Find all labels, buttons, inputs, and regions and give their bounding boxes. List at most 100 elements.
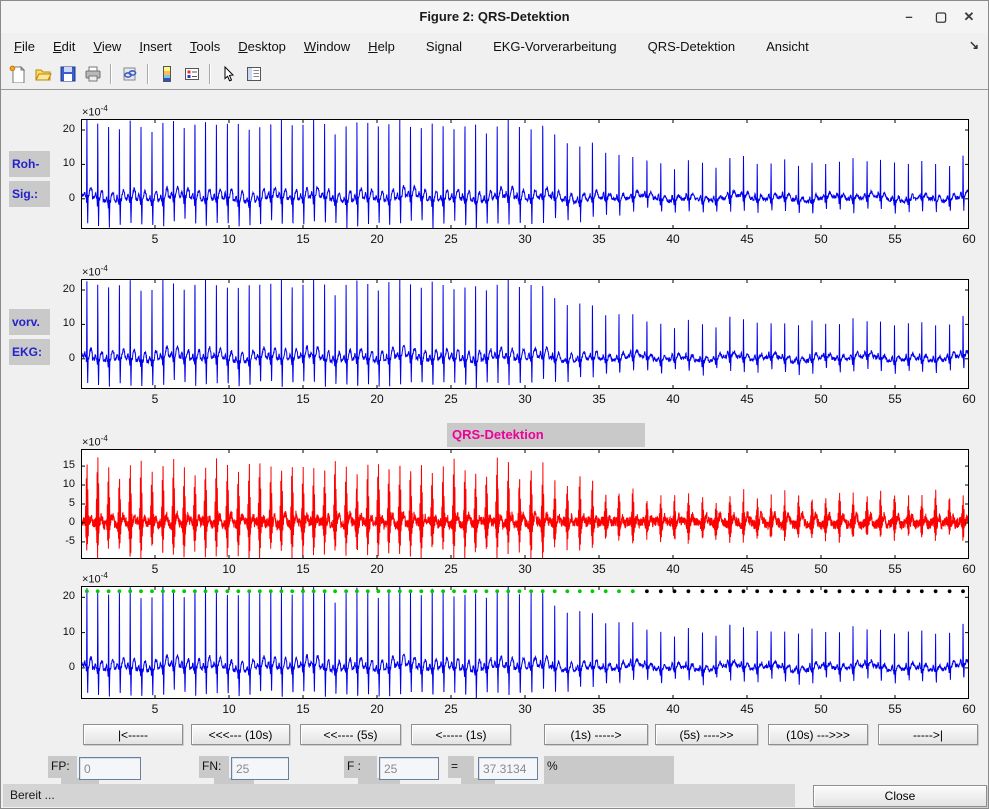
nav-button-1[interactable]: <<<--- (10s) <box>191 724 290 745</box>
plot-vorverarbeitetes-ekg: ×10-40102051015202530354045505560 <box>81 279 969 389</box>
beat-marker <box>323 589 327 593</box>
nav-button-2[interactable]: <<---- (5s) <box>300 724 401 745</box>
nav-button-5[interactable]: (5s) ---->> <box>655 724 758 745</box>
x-tick-label: 60 <box>949 232 989 246</box>
menu-item-window[interactable]: Window <box>295 35 359 58</box>
close-button[interactable]: Close <box>813 785 987 807</box>
beat-marker <box>182 589 186 593</box>
beat-marker <box>617 589 621 593</box>
beat-marker <box>215 589 219 593</box>
beat-marker <box>161 589 165 593</box>
save-icon[interactable] <box>55 62 80 87</box>
beat-marker <box>312 589 316 593</box>
x-tick-label: 15 <box>283 702 323 716</box>
menu-item-tools[interactable]: Tools <box>181 35 229 58</box>
beat-marker <box>810 589 814 593</box>
fn-label: FN: <box>199 756 229 778</box>
beat-marker <box>824 589 828 593</box>
menu-item-insert[interactable]: Insert <box>130 35 181 58</box>
y-tick-label: 10 <box>35 478 75 490</box>
insert-legend-icon[interactable] <box>179 62 204 87</box>
beat-marker <box>769 589 773 593</box>
x-tick-label: 55 <box>875 392 915 406</box>
open-folder-icon[interactable] <box>30 62 55 87</box>
beat-marker <box>907 589 911 593</box>
toolbar <box>1 59 988 90</box>
beat-marker <box>659 589 663 593</box>
x-tick-label: 55 <box>875 562 915 576</box>
beat-marker <box>485 589 489 593</box>
plot-roh-signal: ×10-40102051015202530354045505560 <box>81 119 969 229</box>
toolbar-separator <box>110 64 112 84</box>
nav-button-6[interactable]: (10s) --->>> <box>768 724 868 745</box>
equals-label: = <box>448 756 474 778</box>
x-tick-label: 30 <box>505 702 545 716</box>
figure-palette-icon[interactable] <box>241 62 266 87</box>
beat-marker <box>96 589 100 593</box>
y-tick-label: 20 <box>35 123 75 135</box>
y-tick-label: 0 <box>35 352 75 364</box>
beat-marker <box>518 589 522 593</box>
beat-marker <box>474 589 478 593</box>
qrs-detektion-filtered-canvas <box>81 449 969 559</box>
x-tick-label: 30 <box>505 392 545 406</box>
menu-item-view[interactable]: View <box>84 35 130 58</box>
colorbar-icon[interactable] <box>154 62 179 87</box>
f-input[interactable] <box>379 757 439 780</box>
x-tick-label: 50 <box>801 702 841 716</box>
beat-marker <box>565 589 569 593</box>
link-plot-icon[interactable] <box>117 62 142 87</box>
f-measure-input[interactable] <box>478 757 538 780</box>
nav-button-0[interactable]: |<----- <box>83 724 183 745</box>
beat-marker <box>506 589 510 593</box>
y-tick-label: 10 <box>35 157 75 169</box>
menu-item-help[interactable]: Help <box>359 35 404 58</box>
print-icon[interactable] <box>80 62 105 87</box>
beat-marker <box>865 589 869 593</box>
menu-item-edit[interactable]: Edit <box>44 35 84 58</box>
x-tick-label: 15 <box>283 232 323 246</box>
beat-marker <box>247 589 251 593</box>
x-tick-label: 45 <box>727 232 767 246</box>
menu-item-ekg-vorverarbeitung[interactable]: EKG-Vorverarbeitung <box>484 35 626 58</box>
beat-marker <box>118 589 122 593</box>
beat-marker <box>797 589 801 593</box>
beat-marker <box>591 589 595 593</box>
roh-signal-canvas <box>81 119 969 229</box>
minimize-icon[interactable]: – <box>896 7 922 27</box>
close-icon[interactable]: ✕ <box>956 7 982 27</box>
menu-item-signal[interactable]: Signal <box>417 35 471 58</box>
nav-button-3[interactable]: <----- (1s) <box>411 724 511 745</box>
y-tick-label: 0 <box>35 516 75 528</box>
x-tick-label: 50 <box>801 562 841 576</box>
beat-marker <box>366 589 370 593</box>
x-tick-label: 15 <box>283 562 323 576</box>
beat-marker <box>128 589 132 593</box>
fp-input[interactable] <box>79 757 141 780</box>
fn-input[interactable] <box>231 757 289 780</box>
menu-item-desktop[interactable]: Desktop <box>229 35 295 58</box>
x-tick-label: 20 <box>357 232 397 246</box>
nav-button-4[interactable]: (1s) -----> <box>544 724 648 745</box>
y-axis-scale-label: ×10-4 <box>82 434 108 449</box>
menu-overflow-arrow-icon[interactable]: ↘ <box>969 38 979 52</box>
beat-marker <box>961 589 965 593</box>
x-tick-label: 45 <box>727 392 767 406</box>
new-document-icon[interactable] <box>5 62 30 87</box>
menu-item-file[interactable]: File <box>5 35 44 58</box>
x-tick-label: 60 <box>949 702 989 716</box>
y-tick-label: 0 <box>35 661 75 673</box>
maximize-icon[interactable]: ▢ <box>928 7 954 27</box>
nav-button-7[interactable]: ----->| <box>878 724 978 745</box>
beat-marker <box>687 589 691 593</box>
beat-marker <box>553 589 557 593</box>
beat-marker <box>139 589 143 593</box>
menu-item-qrs-detektion[interactable]: QRS-Detektion <box>639 35 744 58</box>
menu-item-ansicht[interactable]: Ansicht <box>757 35 818 58</box>
edit-plot-arrow-icon[interactable] <box>216 62 241 87</box>
x-tick-label: 40 <box>653 562 693 576</box>
y-axis-scale-label: ×10-4 <box>82 264 108 279</box>
status-bar: Bereit ... <box>3 784 795 807</box>
beat-marker <box>430 589 434 593</box>
beat-marker <box>172 589 176 593</box>
